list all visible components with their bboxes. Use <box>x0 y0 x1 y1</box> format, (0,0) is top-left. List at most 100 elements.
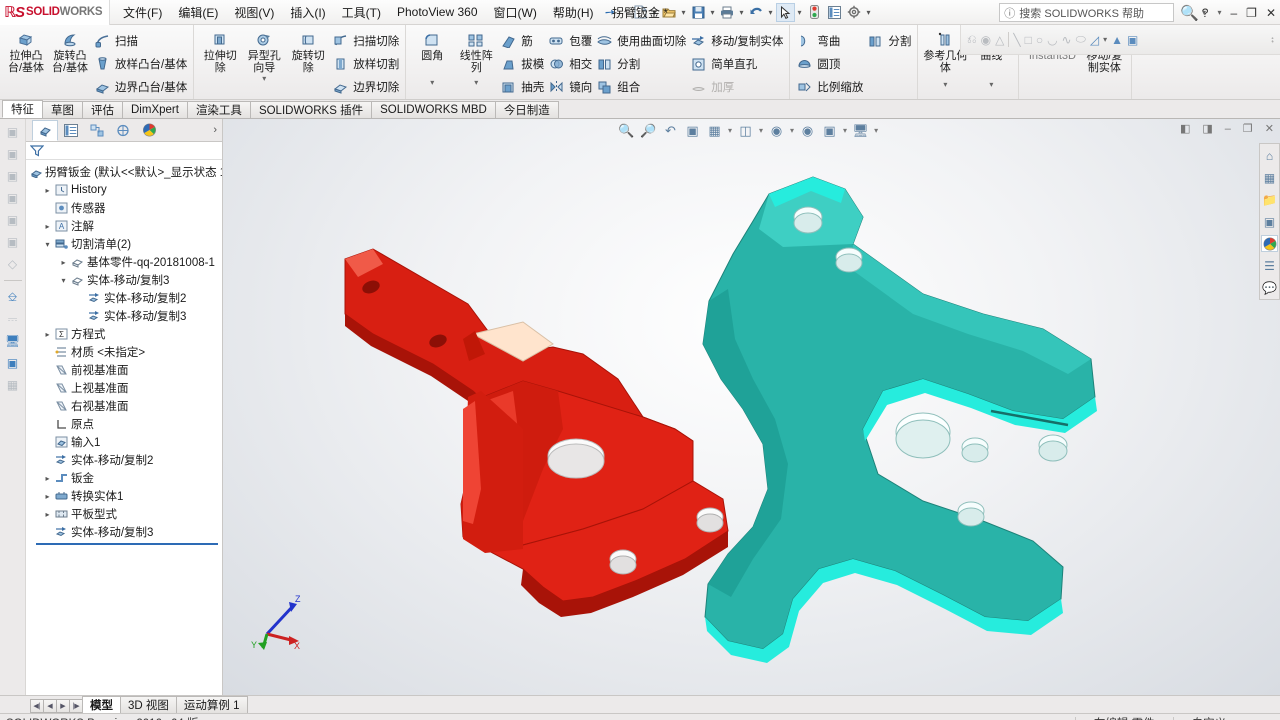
combine-button[interactable]: 组合 <box>594 76 688 98</box>
rib-button[interactable]: 筋 <box>498 30 546 52</box>
expand-twisty[interactable]: ▸ <box>42 330 53 339</box>
sw-resources-home-icon[interactable]: ⌂ <box>1261 147 1278 164</box>
split-button[interactable]: 分割 <box>594 53 688 75</box>
quick-access-toolbar[interactable]: ▾ ▾ ▾ ▾ ▾ ▾ ▾ <box>631 2 873 22</box>
search-input[interactable]: ⓘ 搜索 SOLIDWORKS 帮助 <box>999 3 1175 22</box>
window-buttons[interactable]: ? ▾ – ❐ ✕ <box>1202 0 1276 25</box>
design-library-icon[interactable]: ▦ <box>1261 169 1278 186</box>
doc-close-button[interactable]: ✕ <box>1265 122 1274 135</box>
menu-edit[interactable]: 编辑(E) <box>177 2 219 23</box>
document-tabs-bar[interactable]: ◀| ◀ ▶ |▶ 模型 3D 视图 运动算例 1 <box>0 695 1280 713</box>
tree-item-history[interactable]: ▸ History <box>28 181 222 199</box>
tab-sketch[interactable]: 草图 <box>42 101 83 118</box>
menu-insert[interactable]: 插入(I) <box>289 2 326 23</box>
last-tab-button[interactable]: |▶ <box>69 699 83 713</box>
display-delete-relations-icon[interactable]: ▲ <box>1111 33 1123 47</box>
graphics-area[interactable]: 🔍 🔎 ↶ ▣ ▦▾ ◫▾ ◉▾ ◉ ▣▾ 🖥▾ ◧ ◨ – ❐ ✕ <box>223 119 1280 695</box>
tab-dimxpert[interactable]: DimXpert <box>122 101 188 118</box>
tab-display-manager[interactable] <box>136 120 162 141</box>
tree-item-sheetmetal[interactable]: ▸ 钣金 <box>28 469 222 487</box>
bottom-tab-model[interactable]: 模型 <box>82 696 121 713</box>
flex-button[interactable]: 弯曲 <box>794 30 865 52</box>
draft-button[interactable]: 拔模 <box>498 53 546 75</box>
expand-twisty[interactable]: ▸ <box>42 222 53 231</box>
save-caret[interactable]: ▾ <box>709 8 717 17</box>
circle-icon[interactable]: ○ <box>1036 33 1043 47</box>
reference-geometry-caret[interactable]: ▾ <box>923 80 967 89</box>
command-manager-tabs[interactable]: 特征 草图 评估 DimXpert 渲染工具 SOLIDWORKS 插件 SOL… <box>0 100 1280 119</box>
first-tab-button[interactable]: ◀| <box>30 699 44 713</box>
tab-property-manager[interactable] <box>58 120 84 141</box>
curves-caret[interactable]: ▾ <box>969 80 1013 89</box>
view-toolbar-rail[interactable]: ▣ ▣ ▣ ▣ ▣ ▣ ◇ ⎒ ⎓ 🖥 ▣ ▦ <box>0 119 26 695</box>
help-caret[interactable]: ▾ <box>1217 8 1221 17</box>
feature-tree[interactable]: 拐臂钣金 (默认<<默认>_显示状态 1>) ▸ History 传感器 ▸ A… <box>26 160 222 695</box>
tree-item-move-copy-2[interactable]: 实体-移动/复制2 <box>28 289 222 307</box>
tab-evaluate[interactable]: 评估 <box>82 101 123 118</box>
menu-bar[interactable]: 文件(F) 编辑(E) 视图(V) 插入(I) 工具(T) PhotoView … <box>122 2 595 23</box>
tree-item-material[interactable]: 材质 <未指定> <box>28 343 222 361</box>
undo-button[interactable] <box>747 3 766 22</box>
section-view-icon[interactable]: ◇ <box>4 256 22 272</box>
display-style-icon[interactable]: ⎒ <box>4 289 22 305</box>
expand-twisty[interactable]: ▸ <box>42 474 53 483</box>
revolve-boss-button[interactable]: 旋转凸台/基体 <box>48 28 92 76</box>
cut-with-surface-button[interactable]: 使用曲面切除 <box>594 30 688 52</box>
arc-icon[interactable]: ◡ <box>1047 33 1057 47</box>
help-icon[interactable]: ? <box>1202 6 1209 20</box>
rollback-bar[interactable] <box>36 543 218 545</box>
tree-item-import1[interactable]: 输入1 <box>28 433 222 451</box>
tree-item-move-copy-2-top[interactable]: 实体-移动/复制2 <box>28 451 222 469</box>
select-button[interactable] <box>775 2 795 22</box>
appearances-scenes-icon[interactable] <box>1261 235 1278 252</box>
options-list-button[interactable] <box>825 3 844 22</box>
search-icon[interactable]: 🔍 <box>1180 4 1199 22</box>
spline-icon[interactable]: ∿ <box>1062 33 1072 47</box>
print-caret[interactable]: ▾ <box>738 8 746 17</box>
appearance-icon[interactable]: ▣ <box>4 355 22 371</box>
solidworks-forum-icon[interactable]: 💬 <box>1261 279 1278 296</box>
screen-capture-icon[interactable]: 🖥 <box>4 333 22 349</box>
ellipse-icon[interactable]: ⬭ <box>1076 32 1086 47</box>
bottom-tab-3d-views[interactable]: 3D 视图 <box>120 696 177 713</box>
shell-button[interactable]: 抽壳 <box>498 76 546 98</box>
feature-manager-expand-arrow[interactable]: › <box>213 124 217 136</box>
tree-item-sensors[interactable]: 传感器 <box>28 199 222 217</box>
tab-render-tools[interactable]: 渲染工具 <box>186 101 251 118</box>
scene-icon[interactable]: ▦ <box>4 377 22 393</box>
minimize-button[interactable]: – <box>1230 6 1237 20</box>
line-icon[interactable]: ╲ <box>1013 33 1020 47</box>
settings-button[interactable] <box>845 3 864 22</box>
revolve-cut-button[interactable]: 旋转切除 <box>286 28 330 76</box>
ribbon-toolbar[interactable]: 拉伸凸台/基体 旋转凸台/基体 扫描 放样凸台/基体 边界凸台/基体 拉伸切除 … <box>0 25 1280 100</box>
save-button[interactable] <box>689 3 708 22</box>
tree-item-body-move-copy-3[interactable]: ▾ 实体-移动/复制3 <box>28 271 222 289</box>
expand-twisty[interactable]: ▸ <box>58 258 69 267</box>
sketch-icon[interactable]: ⎌ <box>967 32 977 47</box>
sweep-cut-button[interactable]: 扫描切除 <box>330 30 401 52</box>
tree-item-part[interactable]: 拐臂钣金 (默认<<默认>_显示状态 1>) <box>28 163 222 181</box>
hole-wizard-caret[interactable]: ▾ <box>243 74 285 83</box>
boundary-button[interactable]: 边界凸台/基体 <box>92 76 189 98</box>
extrude-cut-button[interactable]: 拉伸切除 <box>198 28 242 76</box>
tab-dimxpert-manager[interactable] <box>110 120 136 141</box>
tab-feature-manager[interactable] <box>32 119 58 141</box>
tree-item-base-part[interactable]: ▸ 基体零件-qq-20181008-1 <box>28 253 222 271</box>
tab-nav-arrows[interactable]: ◀| ◀ ▶ |▶ <box>30 699 83 713</box>
top-view-icon[interactable]: ▣ <box>4 190 22 206</box>
isometric-view-icon[interactable]: ▣ <box>4 146 22 162</box>
new-document-caret[interactable]: ▾ <box>651 8 659 17</box>
tab-manufacture-today[interactable]: 今日制造 <box>494 101 559 118</box>
tab-features[interactable]: 特征 <box>2 100 43 118</box>
sweep-button[interactable]: 扫描 <box>92 30 189 52</box>
undo-caret[interactable]: ▾ <box>767 8 775 17</box>
tree-item-move-copy-3-child[interactable]: 实体-移动/复制3 <box>28 307 222 325</box>
close-button[interactable]: ✕ <box>1266 6 1276 20</box>
restore-button[interactable]: ❐ <box>1246 6 1257 20</box>
right-view-icon[interactable]: ▣ <box>4 212 22 228</box>
trim-icon[interactable]: △ <box>995 33 1004 47</box>
expand-twisty[interactable]: ▸ <box>42 186 53 195</box>
expand-twisty[interactable]: ▸ <box>42 492 53 501</box>
collapse-twisty[interactable]: ▾ <box>42 240 53 249</box>
simple-hole-button[interactable]: 简单直孔 <box>688 53 785 75</box>
